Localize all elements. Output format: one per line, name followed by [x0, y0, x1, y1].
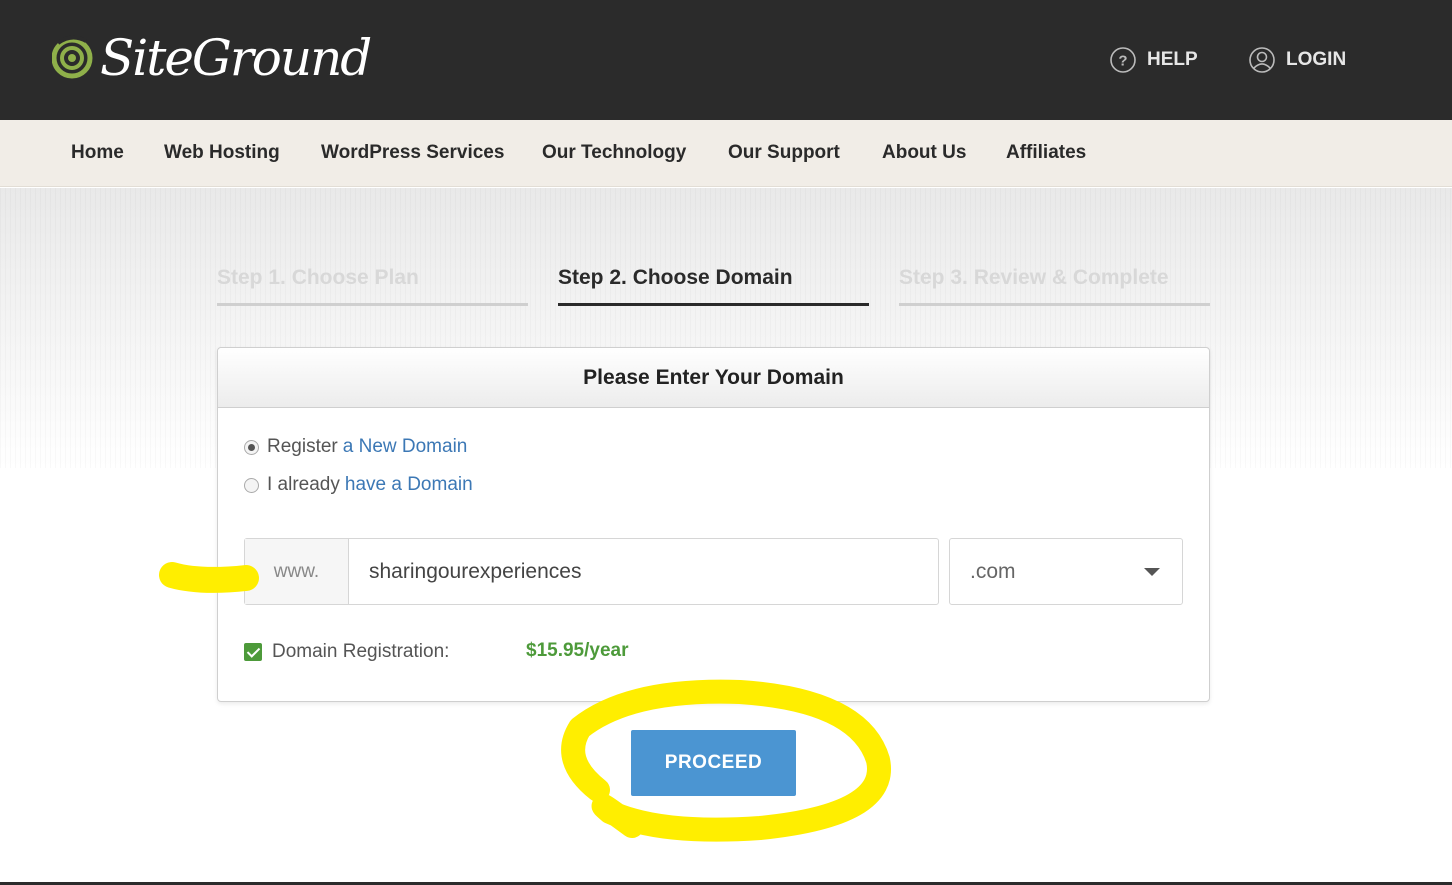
domain-input-group: www. — [244, 538, 939, 605]
domain-panel: Please Enter Your Domain Register a New … — [217, 347, 1210, 702]
register-new-domain-option[interactable]: Register a New Domain — [244, 435, 467, 459]
nav-item-affiliates[interactable]: Affiliates — [1006, 142, 1086, 164]
nav-item-about-us[interactable]: About Us — [882, 142, 966, 164]
main-nav: Home Web Hosting WordPress Services Our … — [0, 120, 1452, 187]
svg-text:?: ? — [1118, 53, 1127, 70]
help-link[interactable]: ? HELP — [1109, 45, 1198, 75]
domain-registration-row: Domain Registration: — [244, 640, 449, 664]
domain-registration-label: Domain Registration: — [272, 641, 450, 662]
tld-selected-value: .com — [970, 560, 1016, 583]
top-header: SiteGround ? HELP LOGIN — [0, 0, 1452, 120]
domain-registration-price: $15.95/year — [526, 640, 629, 661]
domain-registration-checkbox[interactable] — [244, 643, 262, 661]
spiral-logo-icon — [52, 35, 93, 79]
tld-dropdown[interactable]: .com — [949, 538, 1183, 605]
existing-domain-option[interactable]: I already have a Domain — [244, 473, 473, 497]
nav-item-wordpress-services[interactable]: WordPress Services — [321, 142, 504, 164]
caret-down-icon — [1144, 568, 1160, 576]
existing-domain-link[interactable]: have a Domain — [345, 474, 473, 496]
nav-item-our-technology[interactable]: Our Technology — [542, 142, 686, 164]
help-label: HELP — [1147, 49, 1198, 70]
login-label: LOGIN — [1286, 49, 1347, 70]
step-choose-plan[interactable]: Step 1. Choose Plan — [217, 266, 528, 306]
user-circle-icon — [1249, 47, 1275, 73]
register-new-domain-radio[interactable] — [244, 439, 259, 455]
existing-domain-radio[interactable] — [244, 477, 259, 493]
register-new-domain-link[interactable]: a New Domain — [343, 436, 468, 458]
panel-title: Please Enter Your Domain — [218, 348, 1209, 408]
brand-name: SiteGround — [100, 29, 372, 87]
nav-item-web-hosting[interactable]: Web Hosting — [164, 142, 280, 164]
register-new-domain-prefix: Register — [267, 436, 338, 457]
proceed-button[interactable]: PROCEED — [631, 730, 796, 796]
siteground-logo[interactable]: SiteGround — [52, 26, 372, 90]
www-prefix: www. — [245, 539, 349, 604]
step-choose-domain[interactable]: Step 2. Choose Domain — [558, 266, 869, 306]
domain-name-input[interactable] — [349, 539, 938, 604]
login-link[interactable]: LOGIN — [1248, 45, 1346, 75]
nav-item-our-support[interactable]: Our Support — [728, 142, 840, 164]
nav-item-home[interactable]: Home — [71, 142, 124, 164]
step-review-complete[interactable]: Step 3. Review & Complete — [899, 266, 1210, 306]
question-circle-icon: ? — [1110, 47, 1136, 73]
existing-domain-prefix: I already — [267, 474, 340, 495]
